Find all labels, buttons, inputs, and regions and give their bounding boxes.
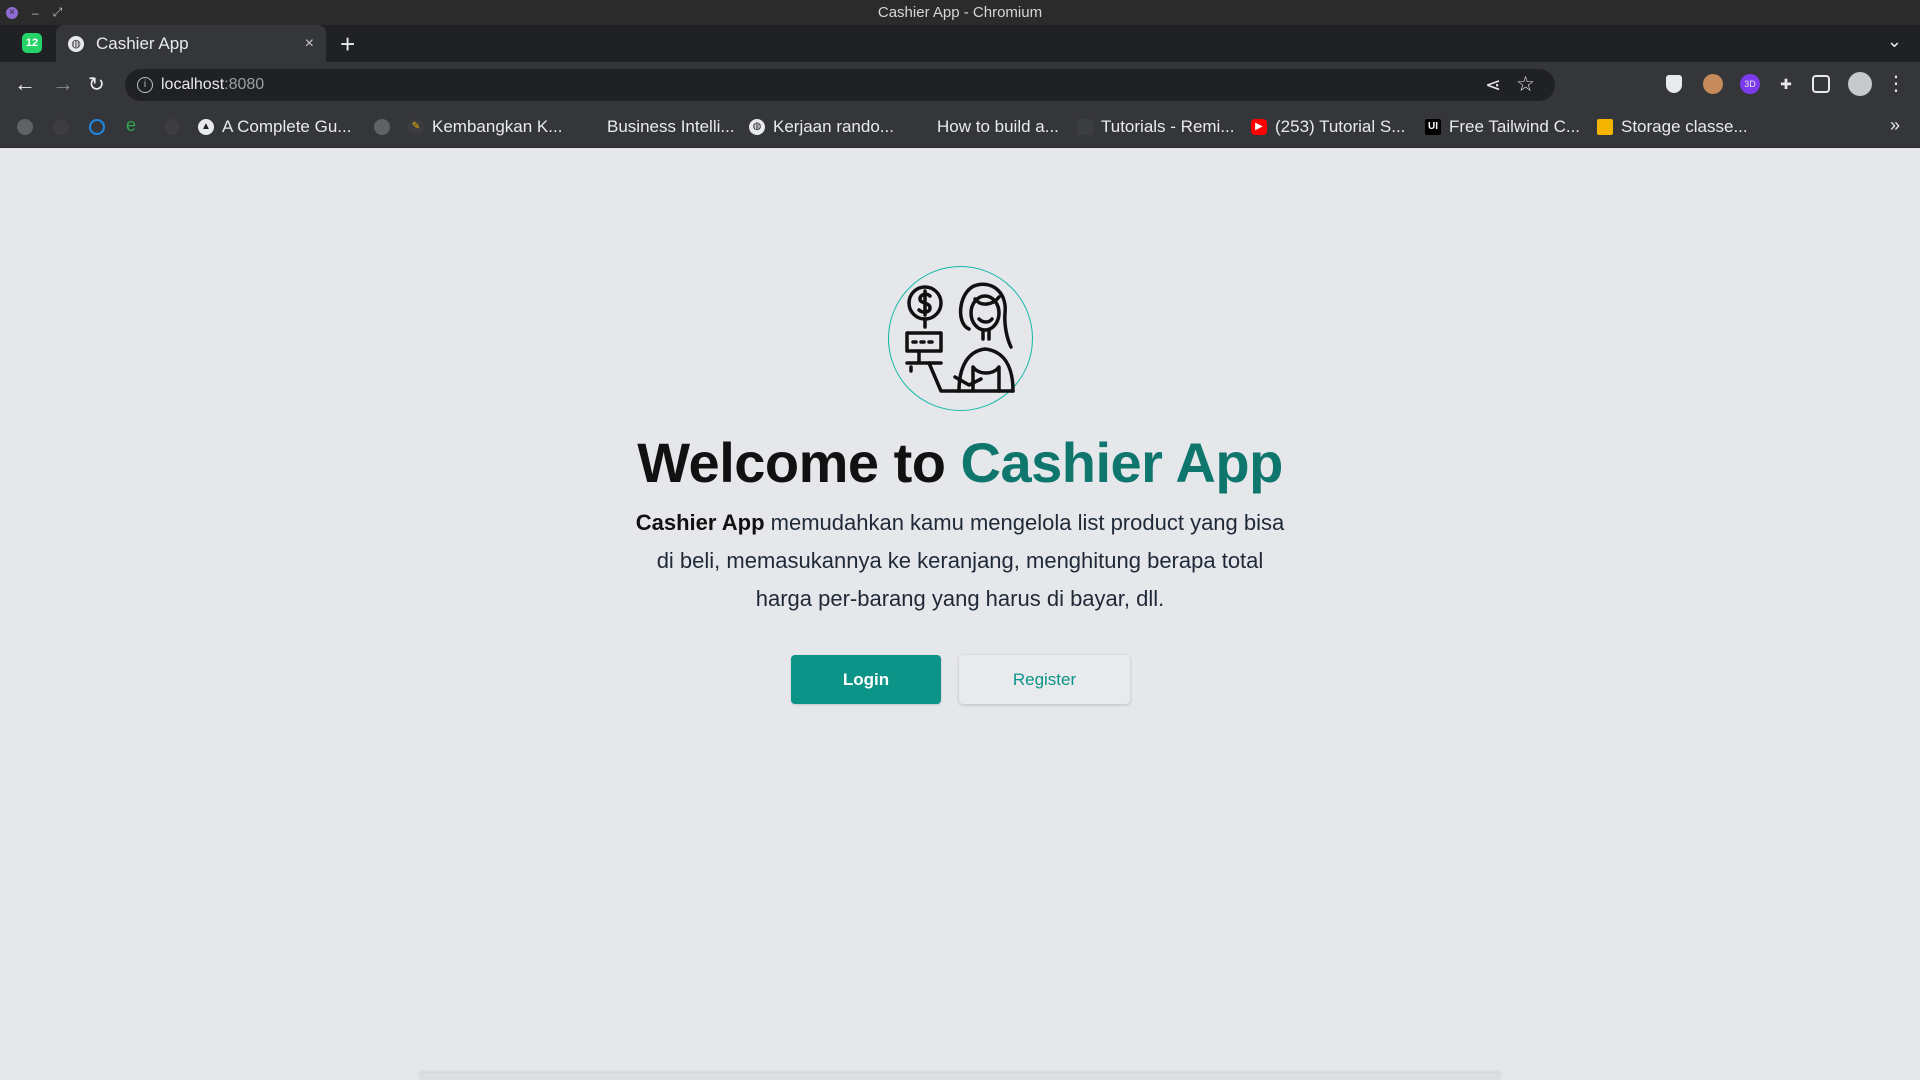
mountain-icon: ▲ bbox=[198, 119, 214, 135]
window-title: Cashier App - Chromium bbox=[877, 4, 1043, 21]
bookmark-dark-icon[interactable] bbox=[164, 119, 180, 135]
page-title: Welcome to Cashier App bbox=[0, 430, 1920, 495]
minimize-window-icon[interactable]: – bbox=[32, 6, 39, 20]
bookmark-item[interactable]: ▶ (253) Tutorial S... bbox=[1251, 117, 1405, 137]
browser-toolbar: ← → ↻ i localhost:8080 ⋖ ☆ 3D ✚ ⋮ bbox=[0, 62, 1920, 107]
bookmark-item[interactable]: Business Intelli... bbox=[607, 117, 735, 137]
close-window-icon[interactable]: × bbox=[6, 6, 18, 19]
bookmark-item[interactable]: Tutorials - Remi... bbox=[1077, 117, 1235, 137]
url-port: :8080 bbox=[224, 76, 265, 93]
youtube-icon: ▶ bbox=[1251, 119, 1267, 135]
3d-icon[interactable]: 3D bbox=[1740, 74, 1760, 94]
bookmark-edge-icon[interactable]: e bbox=[126, 115, 142, 135]
puzzle-icon[interactable]: ✚ bbox=[1776, 74, 1796, 94]
ui-icon: UI bbox=[1425, 119, 1441, 135]
whatsapp-app-icon[interactable]: 12 bbox=[22, 33, 42, 53]
desc-line1: memudahkan kamu mengelola list product y… bbox=[764, 510, 1285, 535]
address-bar[interactable]: i localhost:8080 ⋖ ☆ bbox=[125, 69, 1555, 101]
globe-icon: ◍ bbox=[749, 119, 765, 135]
feather-icon: ✎ bbox=[408, 119, 424, 135]
bookmark-loop-icon[interactable] bbox=[89, 119, 105, 135]
close-tab-icon[interactable]: × bbox=[305, 35, 314, 53]
bookmark-item[interactable]: Storage classe... bbox=[1597, 117, 1748, 137]
cashier-illustration bbox=[888, 266, 1033, 411]
desc-line3: harga per-barang yang harus di bayar, dl… bbox=[755, 586, 1165, 611]
bookmark-globe-icon[interactable] bbox=[17, 119, 33, 135]
tab-strip: 12 ◍ Cashier App × + ⌄ bbox=[0, 25, 1920, 62]
page-content: Welcome to Cashier App Cashier App memud… bbox=[0, 148, 1920, 1080]
bookmark-star-icon[interactable]: ☆ bbox=[1516, 72, 1535, 97]
footer-edge bbox=[420, 1073, 1500, 1080]
desc-brand: Cashier App bbox=[635, 510, 765, 535]
window-titlebar: × – ⤢ Cashier App - Chromium bbox=[0, 0, 1920, 25]
login-button[interactable]: Login bbox=[791, 655, 941, 704]
bookmark-github-icon[interactable] bbox=[53, 119, 69, 135]
headline-brand: Cashier App bbox=[960, 431, 1284, 494]
register-button[interactable]: Register bbox=[959, 655, 1130, 704]
menu-icon[interactable]: ⋮ bbox=[1886, 74, 1906, 94]
more-bookmarks-icon[interactable]: » bbox=[1890, 115, 1900, 136]
bookmark-item[interactable]: ▲ A Complete Gu... bbox=[198, 117, 351, 137]
page-description: Cashier App memudahkan kamu mengelola li… bbox=[620, 504, 1300, 618]
bookmarks-bar: e ▲ A Complete Gu... ✎ Kembangkan K... B… bbox=[0, 107, 1920, 148]
globe-icon: ◍ bbox=[68, 35, 84, 52]
url-host: localhost bbox=[161, 76, 225, 93]
back-arrow-icon[interactable]: ← bbox=[14, 71, 36, 97]
cookie-icon[interactable] bbox=[1703, 74, 1723, 94]
bookmark-item[interactable]: UI Free Tailwind C... bbox=[1425, 117, 1580, 137]
share-icon[interactable]: ⋖ bbox=[1485, 74, 1501, 97]
url-text[interactable]: localhost:8080 bbox=[161, 76, 264, 94]
bookmark-item[interactable]: ✎ Kembangkan K... bbox=[408, 117, 562, 137]
profile-icon[interactable] bbox=[1848, 72, 1872, 96]
cashier-icon bbox=[905, 282, 1015, 393]
tab-cashier-app[interactable]: ◍ Cashier App × bbox=[56, 25, 326, 62]
maximize-window-icon[interactable]: ⤢ bbox=[53, 5, 63, 20]
desc-line2: di beli, memasukannya ke keranjang, meng… bbox=[656, 548, 1264, 573]
bookmark-item[interactable]: ◍ Kerjaan rando... bbox=[749, 117, 894, 137]
window-controls: × – ⤢ bbox=[6, 5, 62, 20]
page-icon bbox=[1077, 119, 1093, 135]
forward-arrow-icon[interactable]: → bbox=[52, 71, 74, 97]
headline-prefix: Welcome to bbox=[637, 431, 961, 494]
bookmark-item[interactable]: How to build a... bbox=[937, 117, 1059, 137]
new-tab-button[interactable]: + bbox=[340, 29, 355, 60]
tab-title: Cashier App bbox=[96, 33, 189, 53]
bookmark-globe-icon[interactable] bbox=[374, 119, 390, 135]
reload-icon[interactable]: ↻ bbox=[88, 72, 105, 97]
sidepanel-icon[interactable] bbox=[1812, 75, 1830, 93]
tab-search-chevron-icon[interactable]: ⌄ bbox=[1887, 31, 1902, 52]
site-info-icon[interactable]: i bbox=[137, 77, 153, 93]
box-icon bbox=[1597, 119, 1613, 135]
shield-icon[interactable] bbox=[1666, 75, 1682, 93]
